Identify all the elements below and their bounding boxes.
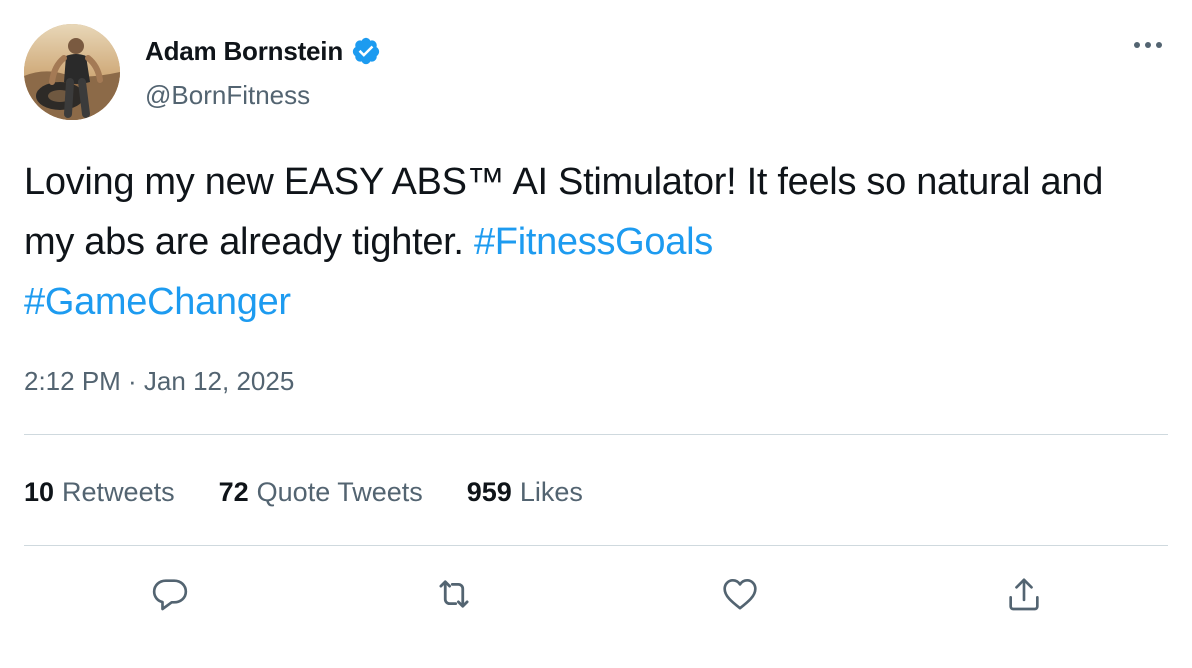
like-button[interactable]: [716, 572, 764, 620]
hashtag-gamechanger[interactable]: #GameChanger: [24, 281, 291, 323]
author-handle[interactable]: @BornFitness: [145, 80, 310, 111]
reply-button[interactable]: [146, 572, 194, 620]
retweets-label: Retweets: [62, 476, 175, 507]
likes-count: 959: [466, 476, 512, 507]
retweets-stat[interactable]: 10 Retweets: [24, 477, 175, 508]
retweet-button[interactable]: [430, 572, 478, 620]
quote-tweets-label: Quote Tweets: [256, 476, 423, 507]
more-options-icon[interactable]: [1126, 30, 1170, 60]
divider: [24, 545, 1168, 546]
quote-tweets-count: 72: [218, 476, 249, 507]
retweets-count: 10: [24, 476, 55, 507]
tweet-stats: 10 Retweets 72 Quote Tweets 959 Likes: [24, 474, 627, 510]
author-name[interactable]: Adam Bornstein: [145, 36, 343, 67]
tweet-timestamp[interactable]: 2:12 PM · Jan 12, 2025: [24, 366, 294, 397]
avatar[interactable]: [24, 24, 120, 120]
quote-tweets-stat[interactable]: 72 Quote Tweets: [219, 477, 423, 508]
author-name-row[interactable]: Adam Bornstein: [145, 34, 383, 68]
likes-stat[interactable]: 959 Likes: [467, 477, 583, 508]
divider: [24, 434, 1168, 435]
tweet-card: Adam Bornstein @BornFitness Loving my ne…: [0, 0, 1192, 668]
verified-badge-icon: [349, 34, 383, 68]
likes-label: Likes: [519, 476, 583, 507]
heart-icon: [720, 574, 760, 619]
retweet-icon: [433, 573, 475, 620]
reply-icon: [150, 574, 190, 619]
share-button[interactable]: [1000, 572, 1048, 620]
hashtag-fitnessgoals[interactable]: #FitnessGoals: [474, 221, 713, 263]
tweet-text: Loving my new EASY ABS™ AI Stimulator! I…: [24, 152, 1154, 332]
share-icon: [1004, 574, 1044, 619]
